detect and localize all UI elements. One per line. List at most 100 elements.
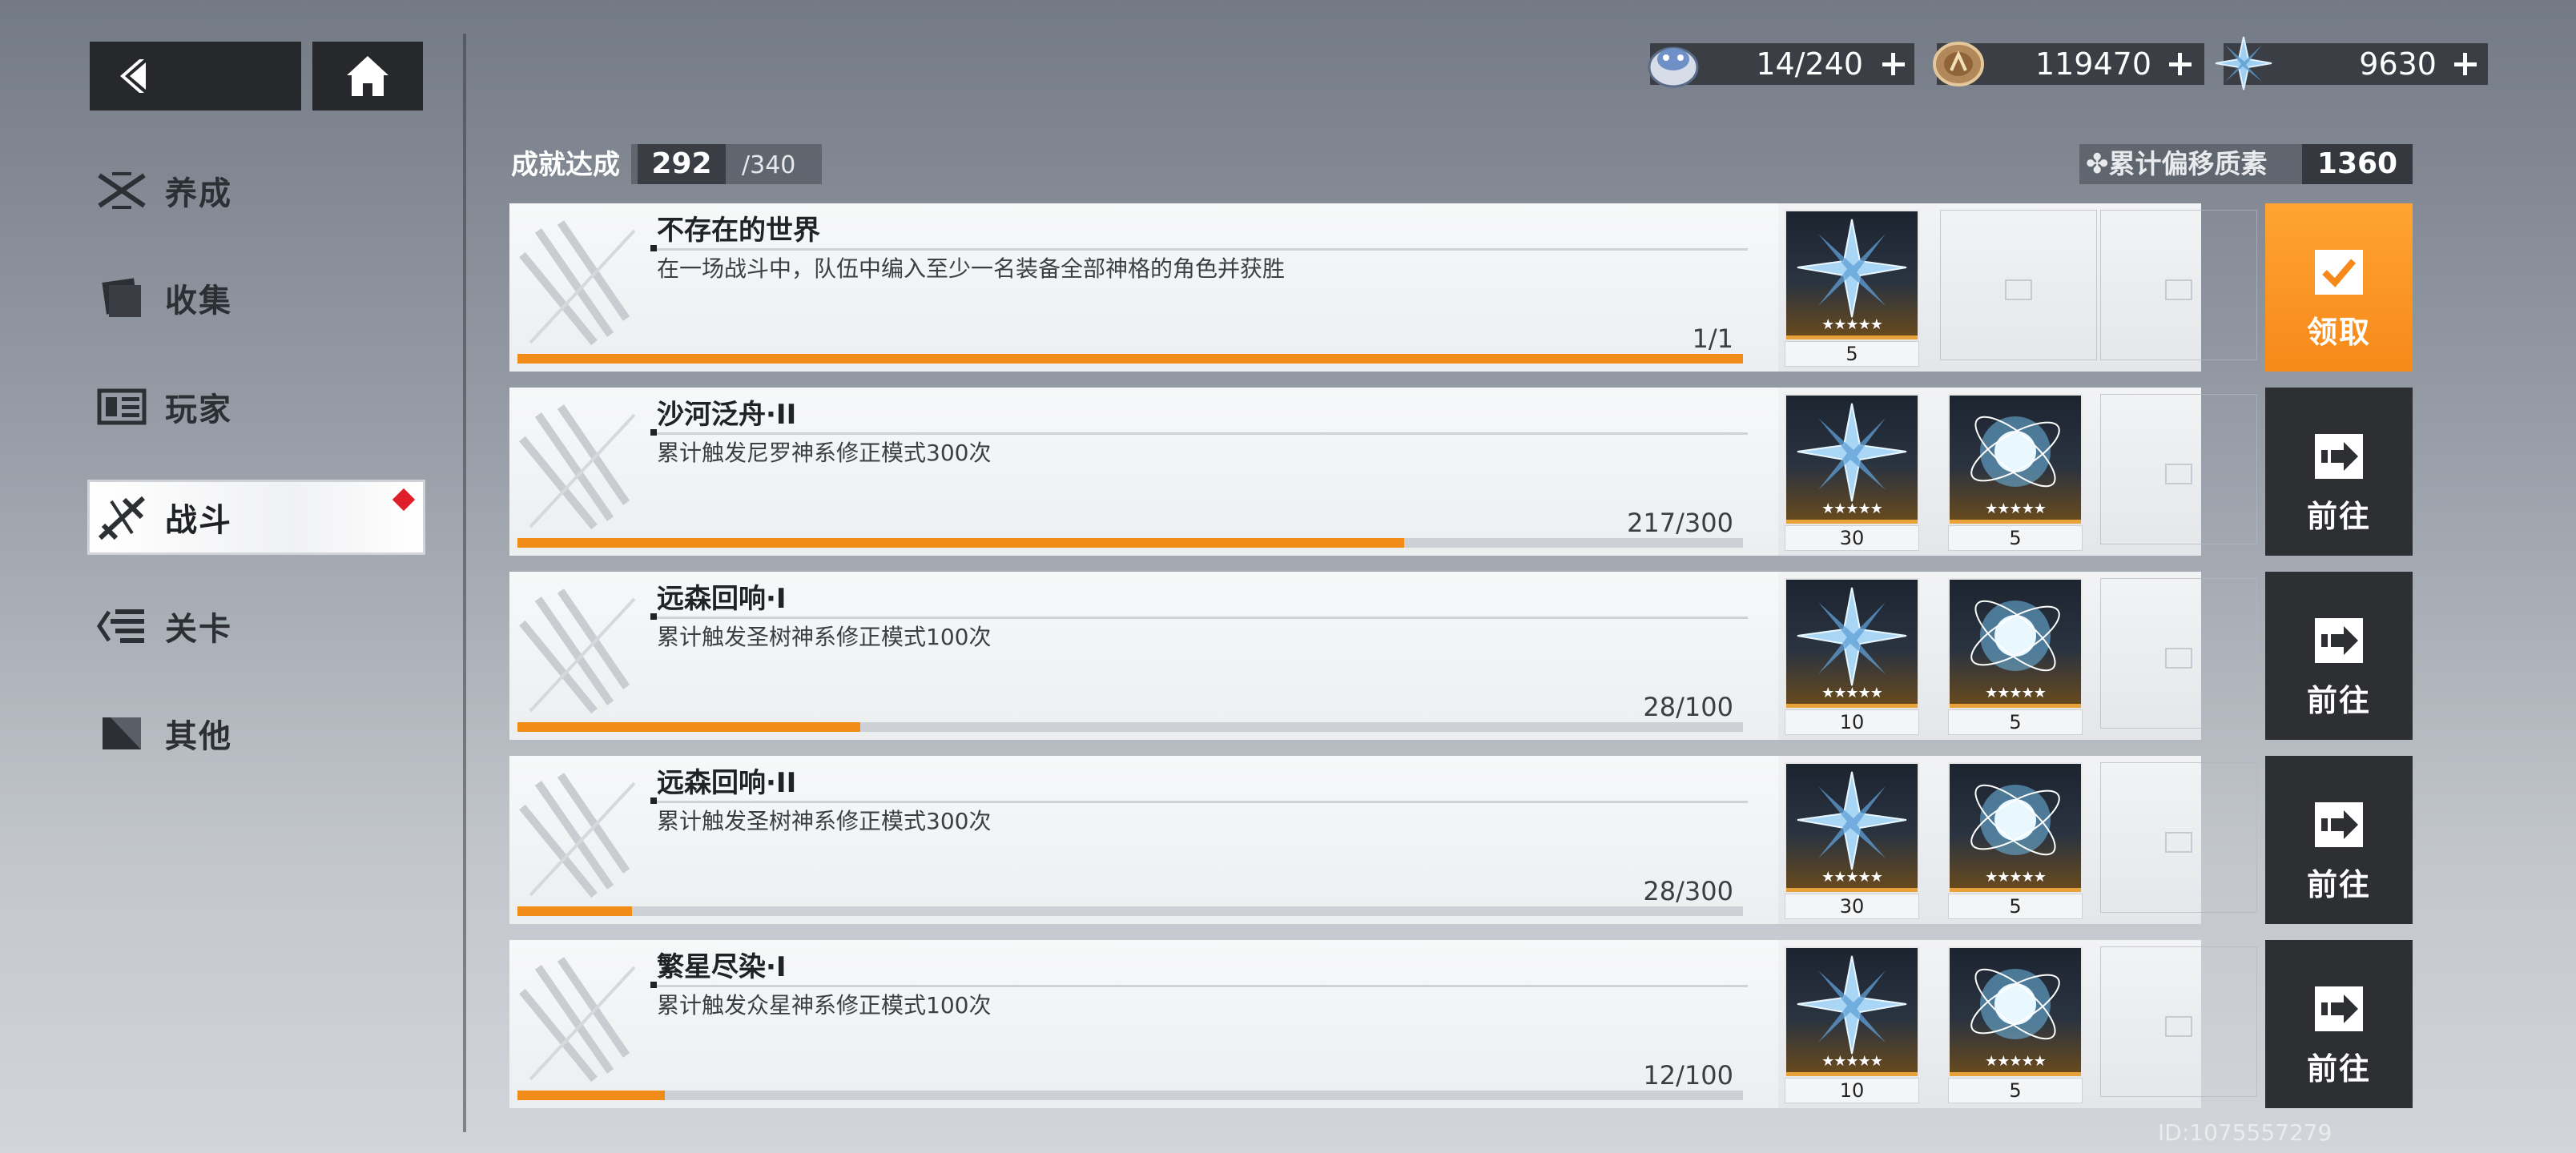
- sidebar-item-label: 关卡: [165, 611, 232, 648]
- achievement-title: 不存在的世界: [657, 215, 820, 247]
- achievement-desc: 在一场战斗中，队伍中编入至少一名装备全部神格的角色并获胜: [657, 255, 1286, 282]
- add-crystal-button[interactable]: [2446, 43, 2485, 85]
- crystal-reward-icon: ★★★★★: [1785, 946, 1919, 1078]
- progress-bar: [517, 722, 1743, 732]
- sidebar-item-collect[interactable]: 收集: [90, 263, 423, 333]
- action-label: 领取: [2306, 315, 2371, 350]
- reward-quantity: 5: [1948, 709, 2083, 735]
- crystal-reward-icon: ★★★★★: [1785, 210, 1919, 341]
- crystal-value: 9630: [2359, 46, 2437, 82]
- achievement-title: 远森回响·II: [657, 767, 797, 799]
- arrow-right-icon: [2315, 618, 2363, 663]
- user-id: ID:1075557279: [2158, 1119, 2332, 1146]
- home-button[interactable]: [312, 42, 423, 110]
- rarity-stripe: [1786, 335, 1918, 339]
- stage-icon: [90, 607, 154, 645]
- reward-slot-empty: [1940, 210, 2097, 360]
- stamina-icon: [1648, 46, 1699, 88]
- player-profile-icon: [90, 388, 154, 426]
- progress-bar-fill: [517, 1091, 665, 1100]
- achievement-swords-icon: [514, 951, 650, 1087]
- sidebar-item-stage[interactable]: 关卡: [90, 591, 423, 661]
- achievement-card: 不存在的世界在一场战斗中，队伍中编入至少一名装备全部神格的角色并获胜 1/1: [509, 203, 1778, 372]
- achievement-progress-text: 217/300: [1627, 508, 1733, 538]
- achievement-desc: 累计触发众星神系修正模式100次: [657, 992, 992, 1018]
- go-button[interactable]: 前往: [2265, 572, 2413, 740]
- sidebar-item-battle[interactable]: 战斗: [90, 482, 423, 552]
- title-underline: [650, 613, 1748, 620]
- crystal-reward-icon: ★★★★★: [1785, 394, 1919, 525]
- sidebar-item-label: 养成: [165, 175, 232, 212]
- title-underline: [650, 245, 1748, 251]
- crystal-reward-icon: ★★★★★: [1785, 578, 1919, 709]
- back-arrow-icon: [120, 59, 146, 93]
- reward-quantity: 30: [1785, 894, 1919, 919]
- rarity-stars: ★★★★★: [1821, 869, 1883, 886]
- progress-bar-fill: [517, 906, 632, 916]
- rarity-stripe: [1786, 704, 1918, 708]
- action-label: 前往: [2306, 867, 2371, 902]
- rarity-stripe: [1950, 1072, 2081, 1076]
- achievement-desc: 累计触发圣树神系修正模式100次: [657, 624, 992, 650]
- rarity-stars: ★★★★★: [1985, 685, 2047, 701]
- reward-item[interactable]: ★★★★★ 5: [1948, 946, 2083, 1103]
- rarity-stripe: [1950, 888, 2081, 892]
- achievement-row: 繁星尽染·I 累计触发众星神系修正模式100次 12/100 ★★★★★ 10 ★★★★★…: [509, 940, 2413, 1108]
- rarity-stars: ★★★★★: [1985, 1053, 2047, 1070]
- go-button[interactable]: 前往: [2265, 388, 2413, 556]
- progress-bar: [517, 906, 1743, 916]
- achievement-swords-icon: [514, 399, 650, 535]
- achievement-progress-text: 1/1: [1692, 323, 1734, 354]
- achievement-card: 繁星尽染·I 累计触发众星神系修正模式100次 12/100: [509, 940, 1778, 1108]
- progress-bar: [517, 354, 1743, 364]
- achievement-row: 远森回响·II 累计触发圣树神系修正模式300次 28/300 ★★★★★ 30 ★★★★…: [509, 756, 2413, 924]
- achievement-progress-text: 28/100: [1643, 692, 1733, 722]
- reward-item[interactable]: ★★★★★ 30: [1785, 762, 1919, 919]
- achievement-desc: 累计触发圣树神系修正模式300次: [657, 808, 992, 834]
- achievement-card: 远森回响·II 累计触发圣树神系修正模式300次 28/300: [509, 756, 1778, 924]
- rarity-stars: ★★★★★: [1821, 500, 1883, 517]
- arrow-right-icon: [2315, 986, 2363, 1031]
- back-button[interactable]: [90, 42, 301, 110]
- reward-item[interactable]: ★★★★★ 30: [1785, 394, 1919, 551]
- achievement-title: 繁星尽染·I: [657, 951, 787, 983]
- reward-quantity: 5: [1785, 341, 1919, 367]
- reward-panel: ★★★★★ 30 ★★★★★ 5: [1778, 756, 2257, 924]
- reward-item[interactable]: ★★★★★ 5: [1785, 210, 1919, 367]
- achievement-total: /340: [742, 151, 796, 179]
- sidebar-item-player[interactable]: 玩家: [90, 372, 423, 442]
- claim-button[interactable]: 领取: [2265, 203, 2413, 372]
- go-button[interactable]: 前往: [2265, 756, 2413, 924]
- rarity-stripe: [1950, 704, 2081, 708]
- rarity-stripe: [1786, 888, 1918, 892]
- progress-bar-fill: [517, 722, 861, 732]
- sidebar-item-label: 玩家: [165, 392, 232, 428]
- rarity-stripe: [1950, 520, 2081, 524]
- reward-item[interactable]: ★★★★★ 5: [1948, 394, 2083, 551]
- sidebar-item-cultivate[interactable]: 养成: [90, 155, 423, 226]
- achievement-card: 远森回响·I 累计触发圣树神系修正模式100次 28/100: [509, 572, 1778, 740]
- reward-quantity: 5: [1948, 525, 2083, 551]
- reward-item[interactable]: ★★★★★ 5: [1948, 762, 2083, 919]
- reward-quantity: 10: [1785, 1078, 1919, 1103]
- go-button[interactable]: 前往: [2265, 940, 2413, 1108]
- add-coin-button[interactable]: [2161, 43, 2200, 85]
- coin-icon: [1933, 42, 1984, 86]
- title-underline: [650, 982, 1748, 988]
- sidebar-item-other[interactable]: 其他: [90, 698, 423, 769]
- crystal-reward-icon: ★★★★★: [1785, 762, 1919, 894]
- reward-item[interactable]: ★★★★★ 10: [1785, 946, 1919, 1103]
- reward-panel: ★★★★★ 5: [1778, 203, 2257, 372]
- rarity-stars: ★★★★★: [1821, 316, 1883, 333]
- rarity-stripe: [1786, 520, 1918, 524]
- add-stamina-button[interactable]: [1874, 43, 1913, 85]
- achievement-count: 292: [638, 144, 726, 184]
- arrow-right-icon: [2315, 434, 2363, 479]
- orb-reward-icon: ★★★★★: [1948, 394, 2083, 525]
- reward-item[interactable]: ★★★★★ 5: [1948, 578, 2083, 735]
- rarity-stripe: [1786, 1072, 1918, 1076]
- check-icon: [2315, 250, 2363, 295]
- rarity-stars: ★★★★★: [1985, 869, 2047, 886]
- reward-item[interactable]: ★★★★★ 10: [1785, 578, 1919, 735]
- orb-reward-icon: ★★★★★: [1948, 946, 2083, 1078]
